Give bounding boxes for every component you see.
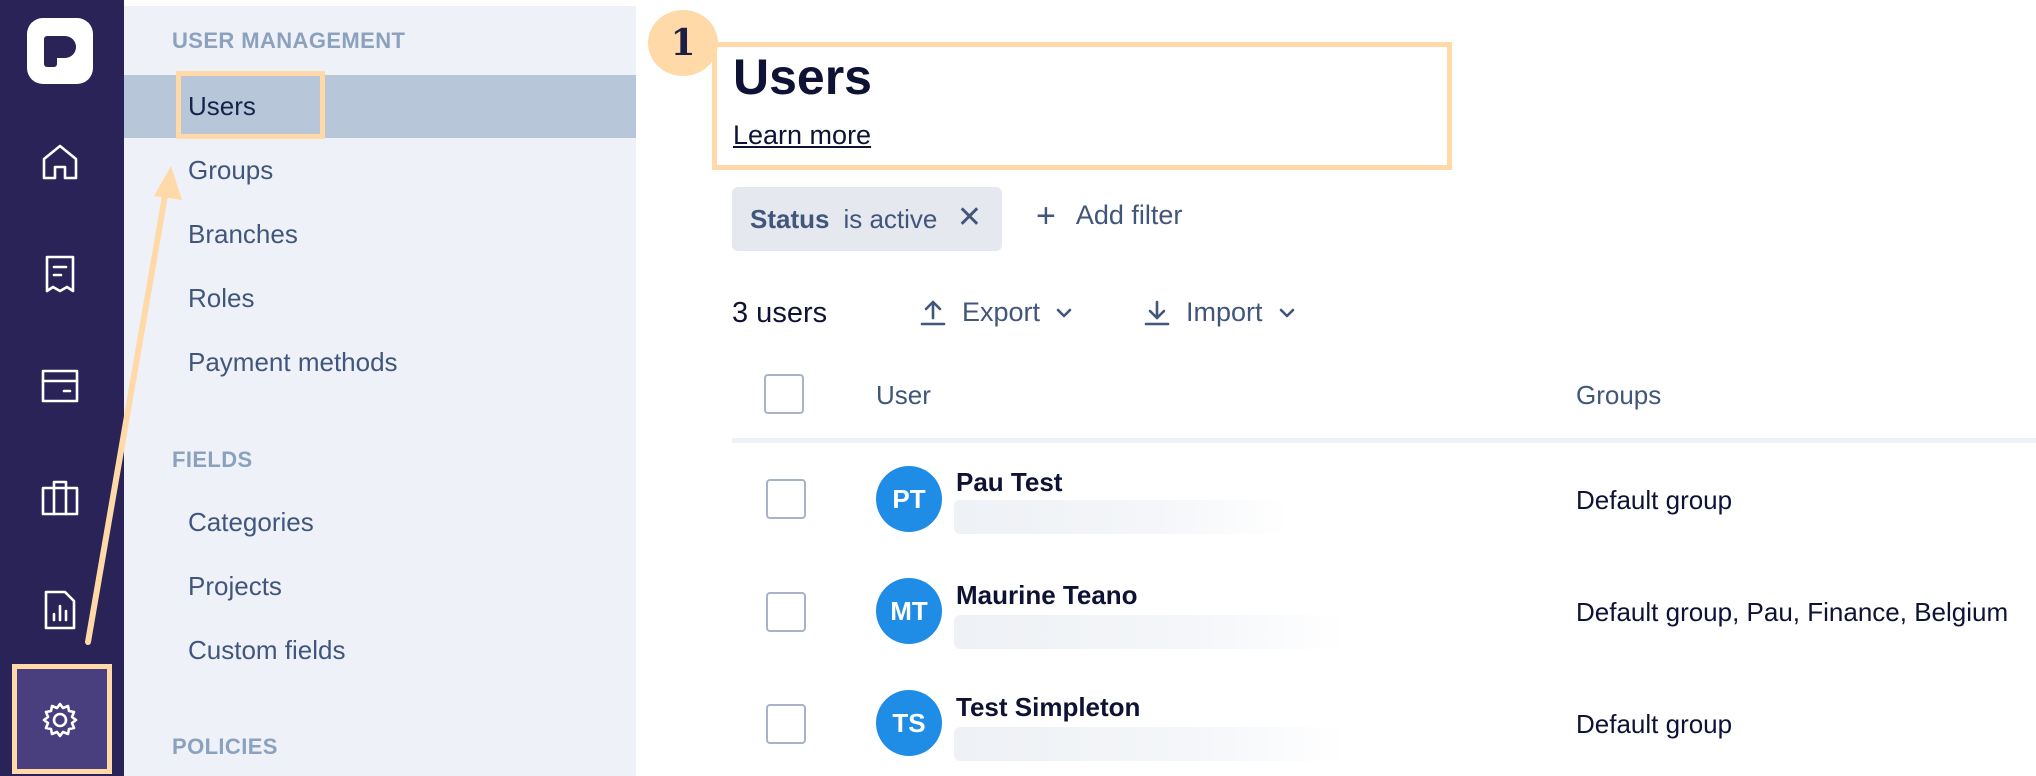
import-button[interactable]: Import <box>1142 297 1297 328</box>
column-header-user[interactable]: User <box>876 380 931 411</box>
subnav-item-projects[interactable]: Projects <box>124 555 636 618</box>
row-checkbox[interactable] <box>766 479 806 519</box>
avatar: MT <box>876 578 942 644</box>
step-badge: 1 <box>648 10 718 76</box>
page-title: Users <box>733 49 872 105</box>
redacted-email <box>954 727 1346 761</box>
groups-cell: Default group <box>1576 485 1733 515</box>
status-filter-chip[interactable]: Status is active ✕ <box>732 187 1002 251</box>
learn-more-link[interactable]: Learn more <box>733 120 871 151</box>
chevron-down-icon <box>1279 308 1294 317</box>
export-button[interactable]: Export <box>918 297 1074 328</box>
user-count: 3 users <box>732 297 828 329</box>
settings-gear-icon[interactable] <box>36 696 84 744</box>
app-rail <box>0 0 124 776</box>
filter-value: is active <box>843 203 938 234</box>
header-divider <box>732 438 2036 443</box>
upload-icon <box>920 300 946 325</box>
user-name[interactable]: Pau Test <box>956 467 1062 498</box>
avatar: PT <box>876 466 942 532</box>
row-checkbox[interactable] <box>766 704 806 744</box>
briefcase-icon[interactable] <box>36 474 84 522</box>
report-icon[interactable] <box>36 586 84 634</box>
subnav-item-users[interactable]: Users <box>124 75 636 138</box>
settings-subnav: USER MANAGEMENT Users Groups Branches Ro… <box>124 6 636 776</box>
column-header-groups[interactable]: Groups <box>1576 380 1661 411</box>
card-icon[interactable] <box>36 362 84 410</box>
filter-key: Status <box>750 203 830 234</box>
user-name[interactable]: Maurine Teano <box>956 580 1138 611</box>
groups-cell: Default group <box>1576 709 1733 739</box>
subnav-item-groups[interactable]: Groups <box>124 139 636 202</box>
redacted-email <box>954 500 1290 534</box>
add-filter-label: Add filter <box>1075 200 1183 230</box>
import-label: Import <box>1186 297 1263 327</box>
section-title-fields: FIELDS <box>172 447 253 472</box>
download-icon <box>1144 300 1170 325</box>
section-title-policies: POLICIES <box>172 734 278 759</box>
subnav-item-custom-fields[interactable]: Custom fields <box>124 619 636 682</box>
home-icon[interactable] <box>36 138 84 186</box>
avatar: TS <box>876 690 942 756</box>
subnav-item-payment-methods[interactable]: Payment methods <box>124 331 636 394</box>
user-name[interactable]: Test Simpleton <box>956 692 1140 723</box>
groups-cell: Default group, Pau, Finance, Belgium <box>1576 597 2009 627</box>
receipt-icon[interactable] <box>36 250 84 298</box>
chevron-down-icon <box>1056 308 1072 317</box>
export-label: Export <box>962 297 1041 327</box>
add-filter-button[interactable]: + Add filter <box>1036 196 1183 235</box>
close-icon[interactable]: ✕ <box>957 200 982 235</box>
select-all-checkbox[interactable] <box>764 374 804 414</box>
subnav-item-roles[interactable]: Roles <box>124 267 636 330</box>
redacted-email <box>954 615 1346 649</box>
subnav-item-categories[interactable]: Categories <box>124 491 636 554</box>
logo-icon[interactable] <box>27 18 93 84</box>
section-title-user-management: USER MANAGEMENT <box>172 28 406 53</box>
plus-icon: + <box>1036 196 1056 235</box>
row-checkbox[interactable] <box>766 592 806 632</box>
subnav-item-branches[interactable]: Branches <box>124 203 636 266</box>
